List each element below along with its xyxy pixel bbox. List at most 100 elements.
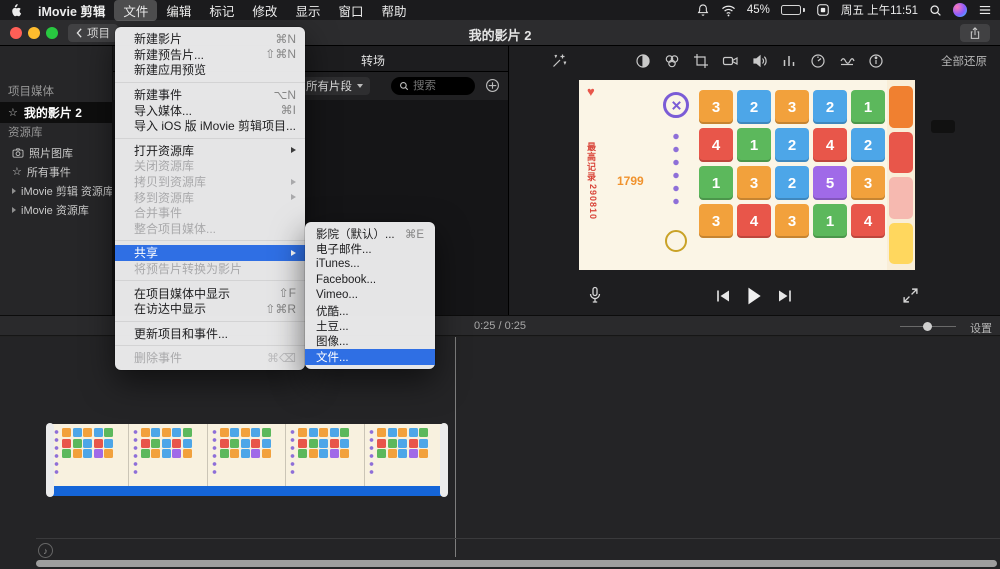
clip-appearance-icon[interactable] <box>485 78 500 93</box>
sidebar-item-all-events[interactable]: ☆ 所有事件 <box>0 162 112 181</box>
playhead[interactable] <box>455 337 456 557</box>
spotlight-search-icon[interactable] <box>929 4 942 17</box>
fullscreen-icon[interactable] <box>902 287 919 304</box>
thumb-tile <box>230 428 240 437</box>
menu-item-reveal-in-project-media[interactable]: 在项目媒体中显示 ⇧F <box>115 285 305 301</box>
sidebar-item-imovie-jianji-library[interactable]: iMovie 剪辑 资源库 <box>0 181 112 200</box>
disclosure-triangle-icon[interactable] <box>12 187 16 194</box>
share-item-youku[interactable]: 优酷... <box>305 303 435 318</box>
share-button[interactable] <box>960 24 990 42</box>
share-item-email[interactable]: 电子邮件... <box>305 241 435 256</box>
menu-item-import-ios-project[interactable]: 导入 iOS 版 iMovie 剪辑项目... <box>115 118 305 134</box>
zoom-slider-knob[interactable] <box>923 322 932 331</box>
thumb-tile <box>329 449 339 458</box>
share-icon <box>970 26 980 39</box>
menubar-edit[interactable]: 编辑 <box>157 0 200 21</box>
share-item-tudou[interactable]: 土豆... <box>305 318 435 333</box>
apple-menu[interactable] <box>8 3 29 18</box>
tab-transitions[interactable]: 转场 <box>361 52 385 69</box>
menubar-help[interactable]: 帮助 <box>372 0 415 21</box>
clip-thumbnail[interactable] <box>50 424 129 486</box>
menubar-mark[interactable]: 标记 <box>200 0 243 21</box>
menu-item-move-to-library: 移到资源库 <box>115 189 305 205</box>
thumb-tile <box>230 449 240 458</box>
share-item-itunes[interactable]: iTunes... <box>305 257 435 272</box>
noise-reduction-icon[interactable] <box>839 53 855 69</box>
menubar-file[interactable]: 文件 <box>114 0 158 21</box>
game-characters-strip <box>887 80 915 270</box>
menu-item-new-movie[interactable]: 新建影片 ⌘N <box>115 31 305 47</box>
menu-item-update-projects-events[interactable]: 更新项目和事件... <box>115 326 305 342</box>
next-button[interactable] <box>777 289 793 303</box>
menu-item-new-app-preview[interactable]: 新建应用预览 <box>115 62 305 78</box>
clip-trim-handle-left[interactable] <box>46 423 54 497</box>
info-icon[interactable] <box>868 53 884 69</box>
enhance-wand-icon[interactable] <box>551 53 567 69</box>
timeline-clip[interactable] <box>46 423 448 497</box>
sidebar-item-photo-library[interactable]: 照片图库 <box>0 143 112 162</box>
reset-all-button[interactable]: 全部还原 <box>941 53 987 69</box>
menubar-clock[interactable]: 周五 上午11:51 <box>841 2 918 18</box>
thumb-tile <box>83 428 92 437</box>
horizontal-scrollbar[interactable] <box>36 560 997 567</box>
music-note-icon: ♪ <box>38 543 53 558</box>
wifi-icon[interactable] <box>721 4 736 17</box>
thumb-tile <box>398 428 408 437</box>
menubar-view[interactable]: 显示 <box>286 0 329 21</box>
notification-bell-icon[interactable] <box>696 3 710 17</box>
input-source-icon[interactable] <box>816 3 830 17</box>
thumb-tile <box>261 438 271 448</box>
file-menu: 新建影片 ⌘N 新建预告片... ⇧⌘N 新建应用预览 新建事件 ⌥N 导入媒体...… <box>115 27 305 370</box>
speed-icon[interactable] <box>810 53 826 69</box>
thumb-dots <box>369 428 375 476</box>
share-item-theater[interactable]: 影院（默认）... ⌘E <box>305 226 435 241</box>
sidebar-item-imovie-library[interactable]: iMovie 资源库 <box>0 200 112 219</box>
timeline-settings-button[interactable]: 设置 <box>970 320 992 336</box>
thumb-tile <box>387 438 397 448</box>
siri-icon[interactable] <box>953 3 967 17</box>
share-item-vimeo[interactable]: Vimeo... <box>305 288 435 303</box>
audio-eq-icon[interactable] <box>781 53 797 69</box>
color-correction-icon[interactable] <box>664 53 680 69</box>
battery-icon <box>780 5 805 15</box>
search-field[interactable] <box>391 77 475 95</box>
menubar-app-name[interactable]: iMovie 剪辑 <box>29 0 114 21</box>
menu-item-new-event[interactable]: 新建事件 ⌥N <box>115 87 305 103</box>
menubar-modify[interactable]: 修改 <box>243 0 286 21</box>
stabilization-icon[interactable] <box>722 53 739 69</box>
video-preview-frame[interactable]: ♥ 最高记录 290810 1799 32321412421325334314 <box>579 80 955 270</box>
crop-icon[interactable] <box>693 53 709 69</box>
thumb-tile <box>172 449 182 458</box>
sidebar: 项目媒体 ☆ 我的影片 2 资源库 照片图库 ☆ 所有事件 iMovie 剪辑 … <box>0 46 113 315</box>
share-item-image[interactable]: 图像... <box>305 334 435 349</box>
clip-thumbnail[interactable] <box>207 424 287 486</box>
share-item-file[interactable]: 文件... <box>305 349 435 365</box>
menubar-window[interactable]: 窗口 <box>329 0 372 21</box>
previous-button[interactable] <box>715 289 731 303</box>
menu-item-reveal-in-finder[interactable]: 在访达中显示 ⇧⌘R <box>115 301 305 317</box>
menu-item-open-library[interactable]: 打开资源库 <box>115 143 305 159</box>
clip-filter-dropdown[interactable]: 所有片段 <box>299 77 370 95</box>
clip-thumbnail[interactable] <box>365 424 444 486</box>
disclosure-triangle-icon[interactable] <box>12 206 16 213</box>
voiceover-mic-icon[interactable] <box>587 286 603 304</box>
clip-thumbnail[interactable] <box>128 424 208 486</box>
search-input[interactable] <box>413 80 465 92</box>
menu-separator <box>115 320 305 322</box>
play-button[interactable] <box>745 286 763 306</box>
clip-trim-handle-right[interactable] <box>440 423 448 497</box>
color-balance-icon[interactable] <box>635 53 651 69</box>
volume-icon[interactable] <box>752 53 768 69</box>
menu-item-share[interactable]: 共享 <box>115 245 305 261</box>
thumb-tile <box>230 438 240 448</box>
notification-center-icon[interactable] <box>978 4 992 16</box>
menu-item-new-trailer[interactable]: 新建预告片... ⇧⌘N <box>115 47 305 63</box>
share-item-facebook[interactable]: Facebook... <box>305 272 435 287</box>
game-tile: 2 <box>851 128 885 162</box>
thumb-tile <box>140 438 150 448</box>
timeline: ♪ <box>0 337 1000 569</box>
game-tile: 3 <box>699 90 733 124</box>
menu-item-import-media[interactable]: 导入媒体... ⌘I <box>115 102 305 118</box>
clip-thumbnail[interactable] <box>286 424 366 486</box>
sidebar-item-my-movie[interactable]: ☆ 我的影片 2 <box>0 102 112 123</box>
